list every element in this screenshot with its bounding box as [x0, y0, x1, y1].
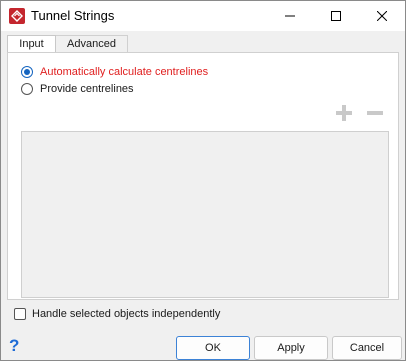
auto-centrelines-label: Automatically calculate centrelines [40, 66, 209, 78]
help-icon[interactable]: ? [9, 337, 25, 355]
minus-icon[interactable] [365, 103, 385, 123]
provide-centrelines-option[interactable]: Provide centrelines [21, 83, 134, 95]
auto-centrelines-option[interactable]: Automatically calculate centrelines [21, 66, 208, 78]
maximize-icon [331, 11, 341, 21]
dialog-window: Tunnel Strings Input Advanced Automatica… [0, 0, 406, 361]
input-tab-panel: Automatically calculate centrelines Prov… [7, 52, 399, 300]
cancel-button[interactable]: Cancel [332, 336, 402, 360]
provide-centrelines-label: Provide centrelines [40, 83, 134, 95]
close-button[interactable] [359, 1, 405, 31]
window-title: Tunnel Strings [31, 8, 115, 23]
handle-independently-label: Handle selected objects independently [32, 308, 221, 320]
provide-centrelines-radio[interactable] [21, 83, 33, 95]
maximize-button[interactable] [313, 1, 359, 31]
tab-input[interactable]: Input [7, 35, 56, 53]
ok-button[interactable]: OK [176, 336, 250, 360]
title-bar[interactable]: Tunnel Strings [1, 1, 405, 31]
plus-icon[interactable] [334, 103, 354, 123]
app-logo-icon [9, 8, 25, 24]
centrelines-list[interactable] [21, 131, 389, 298]
tab-advanced[interactable]: Advanced [56, 35, 128, 52]
handle-independently-checkbox[interactable] [14, 308, 26, 320]
handle-independently-option[interactable]: Handle selected objects independently [14, 308, 220, 320]
close-icon [377, 11, 387, 21]
minimize-button[interactable] [267, 1, 313, 31]
minimize-icon [285, 15, 295, 17]
apply-button[interactable]: Apply [254, 336, 328, 360]
auto-centrelines-radio[interactable] [21, 66, 33, 78]
